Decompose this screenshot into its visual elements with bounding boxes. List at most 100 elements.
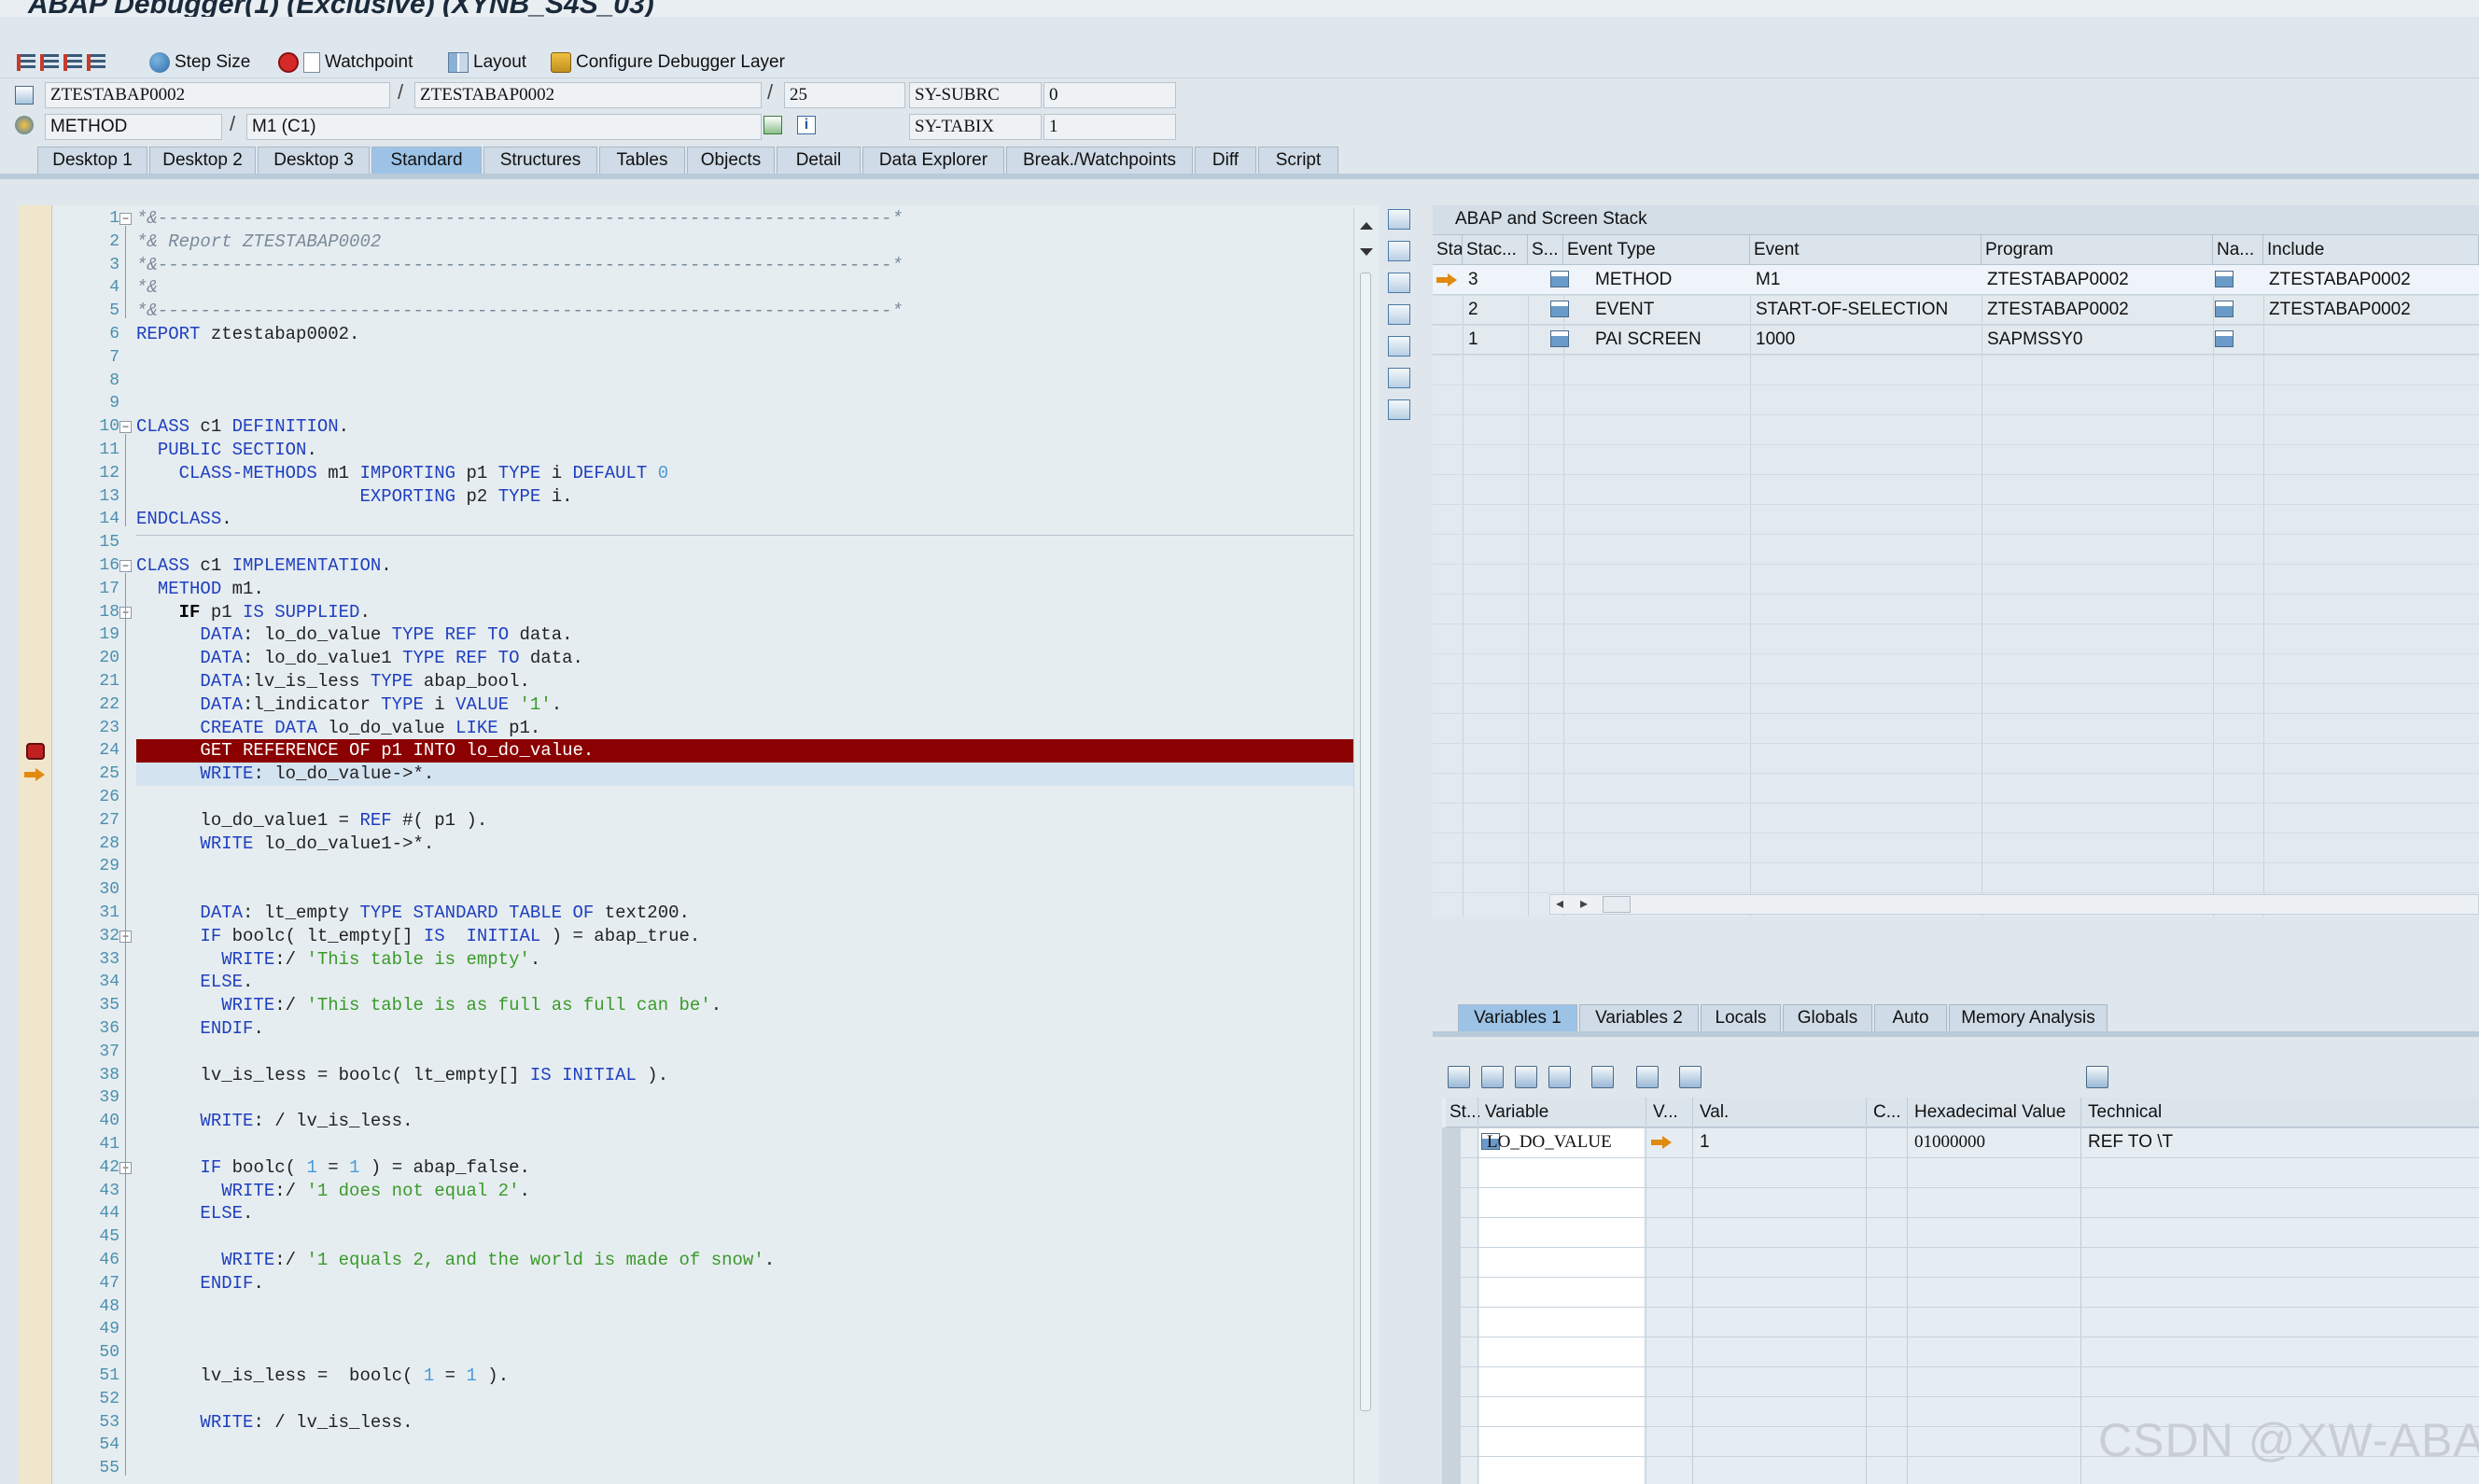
- swap-tool-icon[interactable]: [1388, 336, 1410, 357]
- stack-column-header[interactable]: Sta...: [1433, 235, 1463, 265]
- variable-column-header[interactable]: Variable: [1481, 1098, 1649, 1127]
- settings-tool-icon[interactable]: [1388, 399, 1410, 420]
- tab-desktop-2[interactable]: Desktop 2: [149, 147, 256, 175]
- code-line[interactable]: [136, 855, 1370, 878]
- scroll-right-icon[interactable]: ▸: [1580, 894, 1588, 913]
- insert-icon[interactable]: [1481, 1066, 1504, 1088]
- new-tool-icon[interactable]: [1388, 241, 1410, 261]
- tab-tables[interactable]: Tables: [599, 147, 685, 175]
- remove-icon[interactable]: [1548, 1066, 1571, 1088]
- stack-column-header[interactable]: Event Type: [1563, 235, 1750, 265]
- stack-horizontal-scrollbar[interactable]: ◂ ▸: [1549, 894, 2479, 915]
- code-line[interactable]: [136, 392, 1370, 415]
- code-line[interactable]: [136, 1388, 1370, 1411]
- layout-button[interactable]: Layout: [448, 49, 526, 77]
- tab-structures[interactable]: Structures: [483, 147, 597, 175]
- return-icon[interactable]: [63, 54, 82, 71]
- current-line[interactable]: WRITE: lo_do_value->*.: [136, 763, 1370, 787]
- var-tab-locals[interactable]: Locals: [1701, 1004, 1781, 1032]
- code-line[interactable]: EXPORTING p2 TYPE i.: [136, 485, 1370, 509]
- line-field[interactable]: 25: [784, 82, 905, 108]
- variable-column-header[interactable]: Technical: [2084, 1098, 2479, 1127]
- include-field[interactable]: ZTESTABAP0002: [414, 82, 762, 108]
- code-line[interactable]: lv_is_less = boolc( 1 = 1 ).: [136, 1365, 1370, 1388]
- row-selector-column[interactable]: [1442, 1127, 1461, 1484]
- stack-column-header[interactable]: S...: [1528, 235, 1563, 265]
- tab-objects[interactable]: Objects: [687, 147, 775, 175]
- code-line[interactable]: *&--------------------------------------…: [136, 254, 1370, 277]
- code-line[interactable]: IF boolc( 1 = 1 ) = abap_false.: [136, 1156, 1370, 1180]
- variable-column-header[interactable]: Hexadecimal Value: [1911, 1098, 2084, 1127]
- code-line[interactable]: ELSE.: [136, 971, 1370, 994]
- code-line[interactable]: DATA: lo_do_value TYPE REF TO data.: [136, 623, 1370, 647]
- editor-vertical-scrollbar[interactable]: [1353, 207, 1378, 1484]
- code-line[interactable]: [136, 346, 1370, 370]
- info-icon[interactable]: i: [797, 116, 816, 134]
- code-line[interactable]: IF boolc( lt_empty[] IS INITIAL ) = abap…: [136, 925, 1370, 948]
- code-line[interactable]: ELSE.: [136, 1202, 1370, 1225]
- code-line[interactable]: [136, 1457, 1370, 1480]
- code-line[interactable]: CREATE DATA lo_do_value LIKE p1.: [136, 717, 1370, 740]
- stack-grid[interactable]: Sta...Stac...S...Event TypeEventProgramN…: [1433, 235, 2479, 917]
- step-into-icon[interactable]: [17, 54, 35, 71]
- code-line[interactable]: WRITE: / lv_is_less.: [136, 1411, 1370, 1435]
- var-tab-auto[interactable]: Auto: [1874, 1004, 1947, 1032]
- code-line[interactable]: WRITE:/ 'This table is empty'.: [136, 948, 1370, 972]
- scroll-up-icon[interactable]: [1360, 222, 1373, 230]
- code-line[interactable]: [136, 1434, 1370, 1457]
- navigate-icon[interactable]: [2215, 330, 2234, 347]
- code-line[interactable]: REPORT ztestabap0002.: [136, 323, 1370, 346]
- code-line[interactable]: WRITE:/ '1 equals 2, and the world is ma…: [136, 1249, 1370, 1272]
- code-line[interactable]: lv_is_less = boolc( lt_empty[] IS INITIA…: [136, 1064, 1370, 1087]
- navigate-icon[interactable]: [2215, 271, 2234, 287]
- services-tool-icon[interactable]: [1388, 368, 1410, 388]
- code-line[interactable]: WRITE lo_do_value1->*.: [136, 833, 1370, 856]
- code-line[interactable]: *&: [136, 276, 1370, 300]
- var-tab-variables-1[interactable]: Variables 1: [1458, 1004, 1577, 1032]
- code-line[interactable]: PUBLIC SECTION.: [136, 439, 1370, 462]
- tab-break-watchpoints[interactable]: Break./Watchpoints: [1006, 147, 1193, 175]
- code-line[interactable]: DATA: lo_do_value1 TYPE REF TO data.: [136, 647, 1370, 670]
- code-line[interactable]: WRITE:/ 'This table is as full as full c…: [136, 994, 1370, 1017]
- code-line[interactable]: [136, 1041, 1370, 1064]
- breakpoint-gutter[interactable]: [19, 205, 52, 1484]
- event-field[interactable]: M1 (C1): [246, 114, 762, 140]
- copy-icon[interactable]: [1515, 1066, 1537, 1088]
- list-icons[interactable]: [17, 49, 110, 77]
- variable-column-header[interactable]: C...: [1870, 1098, 1911, 1127]
- stack-column-header[interactable]: Event: [1750, 235, 1982, 265]
- scroll-down-icon[interactable]: [1360, 248, 1373, 256]
- code-line[interactable]: CLASS c1 IMPLEMENTATION.: [136, 554, 1370, 578]
- transfer-icon[interactable]: [1636, 1066, 1659, 1088]
- fold-toggle-icon[interactable]: −: [119, 213, 132, 225]
- breakpoint-icon[interactable]: [26, 743, 45, 761]
- code-line[interactable]: WRITE:/ '1 does not equal 2'.: [136, 1180, 1370, 1203]
- breakpoint-line[interactable]: GET REFERENCE OF p1 INTO lo_do_value.: [136, 739, 1370, 763]
- navigate-icon[interactable]: [2215, 301, 2234, 317]
- maximize-tool-icon[interactable]: [1388, 304, 1410, 325]
- tab-desktop-3[interactable]: Desktop 3: [258, 147, 370, 175]
- variable-cell-name[interactable]: LO_DO_VALUE: [1483, 1127, 1647, 1157]
- stack-column-header[interactable]: Na...: [2213, 235, 2263, 265]
- code-line[interactable]: [136, 878, 1370, 902]
- tab-diff[interactable]: Diff: [1195, 147, 1256, 175]
- source-code-editor[interactable]: 1 2 3 4 5 6 7 8 9 10 11 12 13 14 15 16 17 18 19 20 21 22 23 24 2…: [19, 205, 1380, 1484]
- tab-detail[interactable]: Detail: [777, 147, 861, 175]
- tab-data-explorer[interactable]: Data Explorer: [862, 147, 1004, 175]
- code-line[interactable]: DATA:l_indicator TYPE i VALUE '1'.: [136, 693, 1370, 717]
- var-tab-memory-analysis[interactable]: Memory Analysis: [1949, 1004, 2108, 1032]
- code-line[interactable]: WRITE: / lv_is_less.: [136, 1110, 1370, 1133]
- variable-column-header[interactable]: Val.: [1696, 1098, 1870, 1127]
- watchpoint-button[interactable]: Watchpoint: [278, 49, 413, 77]
- hscroll-thumb[interactable]: [1603, 896, 1631, 913]
- code-line[interactable]: [136, 1295, 1370, 1319]
- variable-column-header[interactable]: V...: [1649, 1098, 1696, 1127]
- stack-column-header[interactable]: Program: [1982, 235, 2213, 265]
- navigate-icon[interactable]: [763, 116, 782, 134]
- tab-script[interactable]: Script: [1258, 147, 1338, 175]
- event-type-field[interactable]: METHOD: [45, 114, 222, 140]
- code-line[interactable]: lo_do_value1 = REF #( p1 ).: [136, 809, 1370, 833]
- code-line[interactable]: *&--------------------------------------…: [136, 300, 1370, 323]
- variable-column-header[interactable]: St...: [1446, 1098, 1481, 1127]
- step-size-button[interactable]: Step Size: [149, 49, 250, 77]
